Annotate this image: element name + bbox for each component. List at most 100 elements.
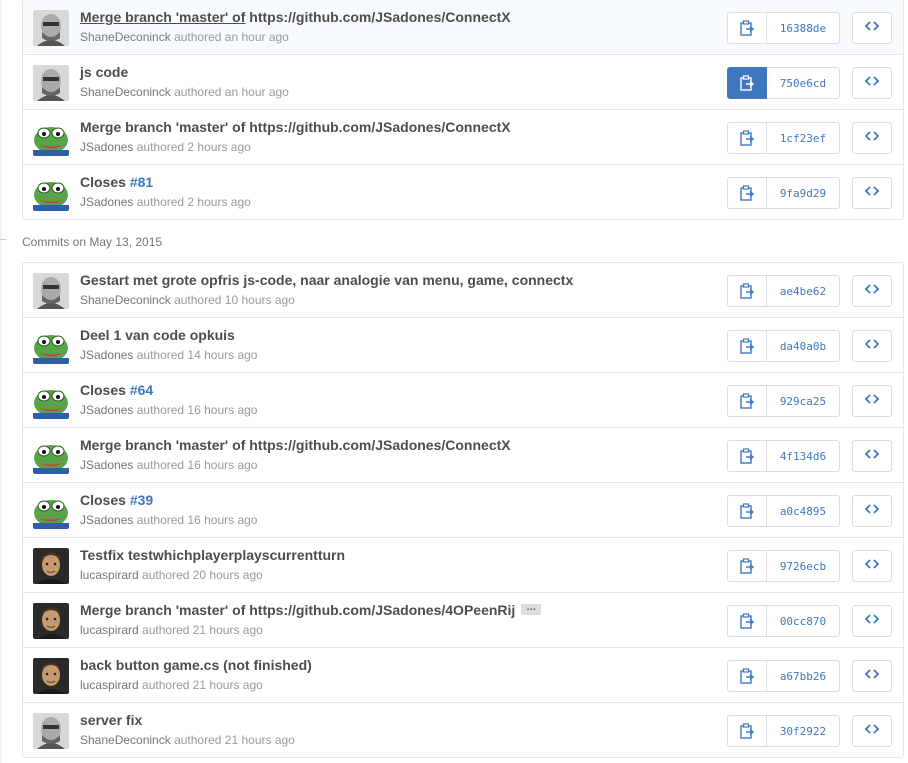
avatar[interactable] [33, 273, 69, 309]
browse-code-button[interactable] [852, 715, 892, 747]
browse-code-button[interactable] [852, 660, 892, 692]
issue-link[interactable]: #39 [130, 492, 153, 508]
commit-author[interactable]: JSadones [80, 458, 133, 472]
commit-title-rest[interactable]: https://github.com/JSadones/ConnectX [245, 9, 510, 25]
avatar[interactable] [33, 713, 69, 749]
commit-title-text[interactable]: Closes [80, 174, 130, 190]
browse-code-button[interactable] [852, 495, 892, 527]
copy-sha-button[interactable] [727, 67, 767, 99]
commit-time: authored an hour ago [174, 85, 289, 99]
copy-sha-button[interactable] [727, 440, 767, 472]
avatar[interactable] [33, 658, 69, 694]
commit-title[interactable]: Merge branch 'master' of https://github.… [80, 602, 542, 618]
avatar[interactable] [33, 603, 69, 639]
browse-code-button[interactable] [852, 12, 892, 44]
commit-author[interactable]: JSadones [80, 403, 133, 417]
sha-button[interactable]: 750e6cd [767, 67, 840, 99]
sha-button[interactable]: ae4be62 [767, 275, 840, 307]
sha-button-group: 00cc870 [727, 605, 840, 637]
browse-code-button[interactable] [852, 385, 892, 417]
issue-link[interactable]: #81 [130, 174, 153, 190]
browse-code-button[interactable] [852, 550, 892, 582]
commit-title-link[interactable]: Merge branch 'master' of [80, 9, 245, 25]
commit-title[interactable]: Closes #39 [80, 492, 153, 508]
copy-sha-button[interactable] [727, 660, 767, 692]
sha-button[interactable]: 929ca25 [767, 385, 840, 417]
avatar[interactable] [33, 10, 69, 46]
copy-sha-button[interactable] [727, 275, 767, 307]
expand-message-button[interactable]: … [521, 602, 542, 615]
commit-author[interactable]: ShaneDeconinck [80, 85, 171, 99]
clipboard-icon [740, 723, 754, 739]
copy-sha-button[interactable] [727, 177, 767, 209]
avatar[interactable] [33, 175, 69, 211]
commit-author[interactable]: JSadones [80, 348, 133, 362]
commit-title-text[interactable]: Closes [80, 492, 130, 508]
sha-button[interactable]: 00cc870 [767, 605, 840, 637]
browse-code-button[interactable] [852, 330, 892, 362]
commit-meta: JSadones authored 2 hours ago [80, 195, 251, 209]
commit-title[interactable]: Deel 1 van code opkuis [80, 327, 235, 343]
sha-button[interactable]: da40a0b [767, 330, 840, 362]
browse-code-button[interactable] [852, 605, 892, 637]
clipboard-icon [740, 185, 754, 201]
copy-sha-button[interactable] [727, 605, 767, 637]
sha-button[interactable]: 16388de [767, 12, 840, 44]
commit-title-text[interactable]: Closes [80, 382, 130, 398]
commit-author[interactable]: ShaneDeconinck [80, 30, 171, 44]
browse-code-button[interactable] [852, 275, 892, 307]
timeline-marker [0, 239, 6, 240]
copy-sha-button[interactable] [727, 495, 767, 527]
avatar[interactable] [33, 493, 69, 529]
avatar[interactable] [33, 65, 69, 101]
commit-title[interactable]: Closes #81 [80, 174, 153, 190]
copy-sha-button[interactable] [727, 122, 767, 154]
sha-button-group: 1cf23ef [727, 122, 840, 154]
commit-author[interactable]: JSadones [80, 140, 133, 154]
browse-code-button[interactable] [852, 67, 892, 99]
avatar[interactable] [33, 120, 69, 156]
commit-author[interactable]: ShaneDeconinck [80, 733, 171, 747]
commit-title[interactable]: Testfix testwhichplayerplayscurrentturn [80, 547, 345, 563]
copy-sha-button[interactable] [727, 715, 767, 747]
browse-code-button[interactable] [852, 177, 892, 209]
commit-title[interactable]: js code [80, 64, 128, 80]
sha-button[interactable]: a0c4895 [767, 495, 840, 527]
issue-link[interactable]: #64 [130, 382, 153, 398]
avatar[interactable] [33, 438, 69, 474]
avatar[interactable] [33, 328, 69, 364]
commit-author[interactable]: JSadones [80, 195, 133, 209]
commit-author[interactable]: JSadones [80, 513, 133, 527]
commit-title[interactable]: Merge branch 'master' of https://github.… [80, 119, 511, 135]
commit-time: authored 16 hours ago [136, 513, 258, 527]
commit-title[interactable]: Closes #64 [80, 382, 153, 398]
sha-button[interactable]: 1cf23ef [767, 122, 840, 154]
sha-button[interactable]: 30f2922 [767, 715, 840, 747]
sha-button[interactable]: 9fa9d29 [767, 177, 840, 209]
sha-button[interactable]: 9726ecb [767, 550, 840, 582]
code-icon [864, 667, 880, 685]
copy-sha-button[interactable] [727, 550, 767, 582]
copy-sha-button[interactable] [727, 385, 767, 417]
commit-title-text[interactable]: Merge branch 'master' of https://github.… [80, 602, 515, 618]
avatar[interactable] [33, 548, 69, 584]
commit-author[interactable]: lucaspirard [80, 678, 139, 692]
commit-title[interactable]: Merge branch 'master' of https://github.… [80, 9, 511, 25]
commit-title[interactable]: Merge branch 'master' of https://github.… [80, 437, 511, 453]
commit-author[interactable]: lucaspirard [80, 623, 139, 637]
commit-meta: ShaneDeconinck authored an hour ago [80, 30, 289, 44]
sha-button[interactable]: 4f134d6 [767, 440, 840, 472]
avatar[interactable] [33, 383, 69, 419]
copy-sha-button[interactable] [727, 12, 767, 44]
browse-code-button[interactable] [852, 122, 892, 154]
sha-button[interactable]: a67bb26 [767, 660, 840, 692]
commit-author[interactable]: lucaspirard [80, 568, 139, 582]
commit-title[interactable]: Gestart met grote opfris js-code, naar a… [80, 272, 573, 288]
commit-author[interactable]: ShaneDeconinck [80, 293, 171, 307]
copy-sha-button[interactable] [727, 330, 767, 362]
commit-title[interactable]: back button game.cs (not finished) [80, 657, 312, 673]
commit-title[interactable]: server fix [80, 712, 142, 728]
browse-code-button[interactable] [852, 440, 892, 472]
code-icon [864, 502, 880, 520]
commit-row: Deel 1 van code opkuis JSadones authored… [23, 317, 903, 372]
